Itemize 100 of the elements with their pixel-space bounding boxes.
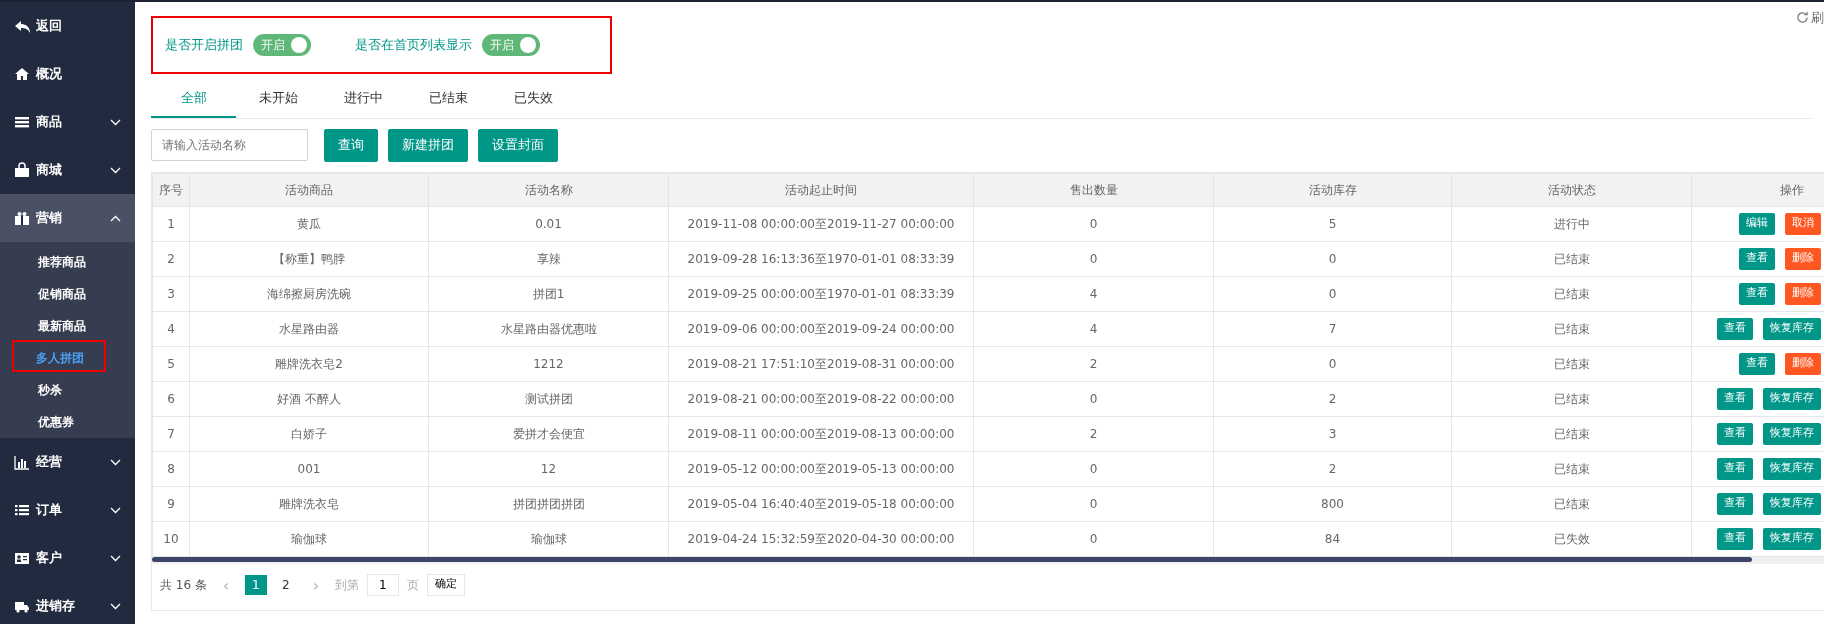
action-button[interactable]: 查询 xyxy=(324,128,378,162)
page-button[interactable]: 1 xyxy=(244,574,267,595)
column-header: 序号 xyxy=(152,173,190,206)
search-field[interactable]: 请输入活动名称 xyxy=(151,129,308,161)
table-cell: 10 xyxy=(152,521,190,556)
table-cell: 2 xyxy=(973,416,1214,451)
prev-page-button[interactable]: ‹ xyxy=(214,574,237,595)
table-cell: 已结束 xyxy=(1451,241,1692,276)
gift-icon xyxy=(14,210,30,226)
table-cell: 进行中 xyxy=(1451,206,1692,241)
table-cell: 爱拼才会便宜 xyxy=(428,416,669,451)
action-button[interactable]: 设置封面 xyxy=(478,128,558,162)
row-action-button[interactable]: 恢复库存 xyxy=(1763,317,1821,340)
row-action-button[interactable]: 删除 xyxy=(1785,352,1821,375)
row-action-button[interactable]: 恢复库存 xyxy=(1763,422,1821,445)
sidebar-item[interactable]: 进销存 xyxy=(0,582,135,624)
sidebar-item[interactable]: 订单 xyxy=(0,486,135,534)
table-cell: 2019-09-25 00:00:00至1970-01-01 08:33:39 xyxy=(668,276,974,311)
table-cell: 5 xyxy=(152,346,190,381)
tab[interactable]: 进行中 xyxy=(321,80,406,118)
submenu-item[interactable]: 促销商品 xyxy=(26,276,98,308)
toggle-label: 是否开启拼团 xyxy=(165,36,243,55)
table-cell: 8 xyxy=(152,451,190,486)
table-cell: 白娇子 xyxy=(189,416,429,451)
row-action-button[interactable]: 恢复库存 xyxy=(1763,492,1821,515)
table-cell: 已结束 xyxy=(1451,276,1692,311)
table-cell: 2019-08-21 17:51:10至2019-08-31 00:00:00 xyxy=(668,346,974,381)
submenu-item[interactable]: 多人拼团 xyxy=(12,340,106,372)
row-action-button[interactable]: 查看 xyxy=(1717,387,1753,410)
table-cell: 已结束 xyxy=(1451,486,1692,521)
sidebar-item[interactable]: 商品 xyxy=(0,98,135,146)
submenu-item[interactable]: 最新商品 xyxy=(26,308,98,340)
sidebar-item[interactable]: 营销 xyxy=(0,194,135,242)
table-cell: 雕牌洗衣皂 xyxy=(189,486,429,521)
table-cell: 2019-11-08 00:00:00至2019-11-27 00:00:00 xyxy=(668,206,974,241)
action-button[interactable]: 新建拼团 xyxy=(388,128,468,162)
page-input[interactable]: 1 xyxy=(366,573,399,596)
row-action-button[interactable]: 查看 xyxy=(1717,422,1753,445)
tab[interactable]: 全部 xyxy=(151,80,236,118)
submenu-item[interactable]: 推荐商品 xyxy=(26,244,98,276)
tab[interactable]: 未开始 xyxy=(236,80,321,118)
next-page-button[interactable]: › xyxy=(304,574,327,595)
column-header: 活动商品 xyxy=(189,173,429,206)
table-cell: 享辣 xyxy=(428,241,669,276)
row-action-button[interactable]: 编辑 xyxy=(1739,212,1775,235)
page-unit-label: 页 xyxy=(406,576,419,594)
table-cell: 水星路由器 xyxy=(189,311,429,346)
sidebar-item[interactable]: 商城 xyxy=(0,146,135,194)
table-cell: 0 xyxy=(973,381,1214,416)
table-cell: 已结束 xyxy=(1451,346,1692,381)
row-action-button[interactable]: 取消 xyxy=(1785,212,1821,235)
page-button[interactable]: 2 xyxy=(274,574,297,595)
table-cell: 2019-09-28 16:13:36至1970-01-01 08:33:39 xyxy=(668,241,974,276)
submenu-item[interactable]: 秒杀 xyxy=(26,372,74,404)
row-action-button[interactable]: 恢复库存 xyxy=(1763,387,1821,410)
row-action-button[interactable]: 查看 xyxy=(1739,282,1775,305)
table-cell: 0 xyxy=(1213,276,1452,311)
sidebar-item[interactable]: 概况 xyxy=(0,50,135,98)
shopping-bag-icon xyxy=(14,162,30,178)
sidebar-item[interactable]: 经营 xyxy=(0,438,135,486)
toggle-switch[interactable]: 开启 xyxy=(482,34,540,56)
bar-chart-icon xyxy=(14,454,30,470)
table-cell: 2019-08-11 00:00:00至2019-08-13 00:00:00 xyxy=(668,416,974,451)
confirm-button[interactable]: 确定 xyxy=(426,573,465,596)
row-action-button[interactable]: 查看 xyxy=(1717,527,1753,550)
row-action-button[interactable]: 删除 xyxy=(1785,247,1821,270)
row-action-button[interactable]: 删除 xyxy=(1785,282,1821,305)
table-cell: 已结束 xyxy=(1451,451,1692,486)
table-cell: 测试拼团 xyxy=(428,381,669,416)
row-action-button[interactable]: 查看 xyxy=(1717,317,1753,340)
refresh-button[interactable]: 刷 xyxy=(1796,8,1824,28)
tab[interactable]: 已结束 xyxy=(406,80,491,118)
row-action-button[interactable]: 查看 xyxy=(1739,247,1775,270)
submenu-item[interactable]: 优惠券 xyxy=(26,404,86,436)
row-action-button[interactable]: 查看 xyxy=(1739,352,1775,375)
table-cell: 5 xyxy=(1213,206,1452,241)
table-cell: 0 xyxy=(973,486,1214,521)
table-cell: 4 xyxy=(973,311,1214,346)
goto-label: 到第 xyxy=(334,576,359,594)
toggle-switch[interactable]: 开启 xyxy=(253,34,311,56)
row-action-button[interactable]: 查看 xyxy=(1717,457,1753,480)
table-cell: 84 xyxy=(1213,521,1452,556)
tab[interactable]: 已失效 xyxy=(491,80,576,118)
table-cell: 9 xyxy=(152,486,190,521)
row-action-button[interactable]: 查看 xyxy=(1717,492,1753,515)
back-arrow-icon xyxy=(14,18,30,34)
table-cell: 4 xyxy=(152,311,190,346)
column-header: 活动库存 xyxy=(1213,173,1452,206)
scrollbar-thumb[interactable] xyxy=(152,556,1752,562)
column-header: 售出数量 xyxy=(973,173,1214,206)
id-card-icon xyxy=(14,550,30,566)
row-action-button[interactable]: 恢复库存 xyxy=(1763,527,1821,550)
menu-icon xyxy=(14,114,30,130)
table-cell: 0.01 xyxy=(428,206,669,241)
table-cell: 好酒 不醉人 xyxy=(189,381,429,416)
table-cell: 已结束 xyxy=(1451,416,1692,451)
row-action-button[interactable]: 恢复库存 xyxy=(1763,457,1821,480)
sidebar-item[interactable]: 客户 xyxy=(0,534,135,582)
scrollbar[interactable] xyxy=(152,556,1824,564)
sidebar-item[interactable]: 返回 xyxy=(0,2,135,50)
